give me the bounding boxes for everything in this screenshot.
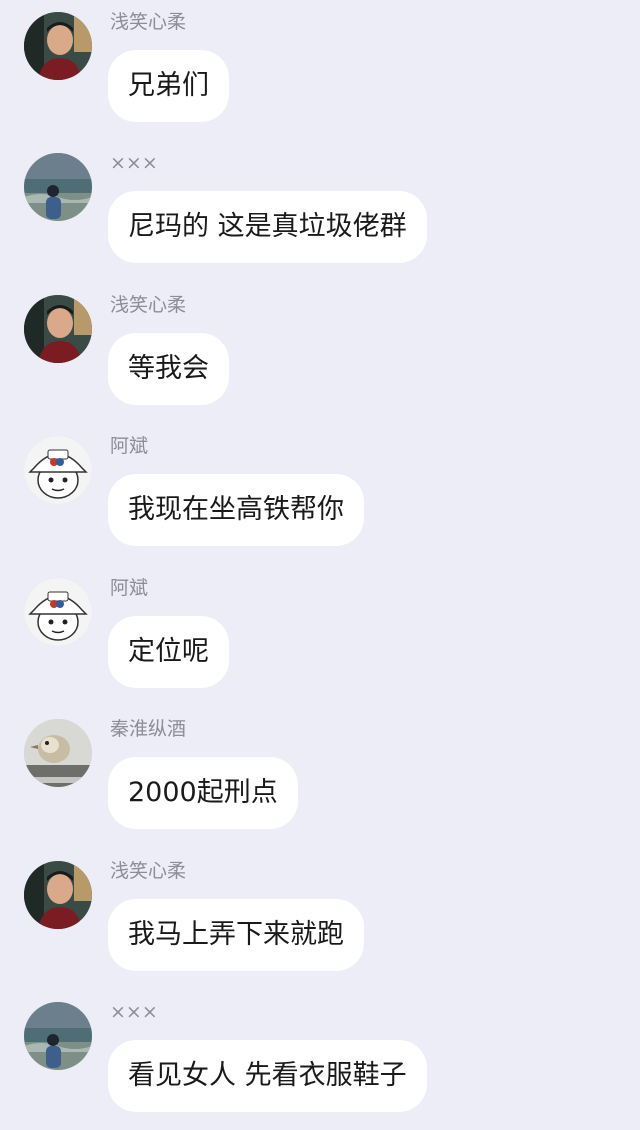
chat-message: 浅笑心柔 我马上弄下来就跑 xyxy=(0,849,640,989)
seaside-figure-avatar-icon xyxy=(24,1002,92,1070)
message-bubble[interactable]: 尼玛的 这是真垃圾佬群 xyxy=(108,191,427,263)
message-bubble[interactable]: 等我会 xyxy=(108,333,229,405)
cartoon-cap-avatar-icon xyxy=(24,578,92,646)
message-bubble[interactable]: 我现在坐高铁帮你 xyxy=(108,474,364,546)
chat-message: ××× 尼玛的 这是真垃圾佬群 xyxy=(0,141,640,281)
seaside-figure-avatar-icon xyxy=(24,153,92,221)
cartoon-cap-avatar[interactable] xyxy=(24,436,92,504)
chat-message: 阿斌 我现在坐高铁帮你 xyxy=(0,424,640,564)
sender-name: 浅笑心柔 xyxy=(110,860,187,882)
message-bubble[interactable]: 我马上弄下来就跑 xyxy=(108,899,364,971)
seaside-figure-avatar[interactable] xyxy=(24,153,92,221)
message-bubble[interactable]: 兄弟们 xyxy=(108,50,229,122)
cartoon-cap-avatar[interactable] xyxy=(24,578,92,646)
seaside-figure-avatar[interactable] xyxy=(24,1002,92,1070)
message-bubble[interactable]: 定位呢 xyxy=(108,616,229,688)
sender-name: 阿斌 xyxy=(110,577,149,599)
sender-name: 秦淮纵酒 xyxy=(110,718,187,740)
bird-photo-avatar-icon xyxy=(24,719,92,787)
chat-message: 浅笑心柔 兄弟们 xyxy=(0,0,640,140)
portrait-man-avatar-icon xyxy=(24,12,92,80)
portrait-man-avatar[interactable] xyxy=(24,12,92,80)
portrait-man-avatar-icon xyxy=(24,861,92,929)
sender-name: 浅笑心柔 xyxy=(110,11,187,33)
sender-name: 阿斌 xyxy=(110,435,149,457)
portrait-man-avatar-icon xyxy=(24,295,92,363)
portrait-man-avatar[interactable] xyxy=(24,861,92,929)
chat-message: 阿斌 定位呢 xyxy=(0,566,640,706)
message-bubble[interactable]: 2000起刑点 xyxy=(108,757,298,829)
chat-message-list[interactable]: 浅笑心柔 兄弟们 ××× 尼玛的 这是真垃圾佬群 浅笑心柔 等我会 阿斌 我现在… xyxy=(0,0,640,1127)
cartoon-cap-avatar-icon xyxy=(24,436,92,504)
sender-name: 浅笑心柔 xyxy=(110,294,187,316)
chat-message: 秦淮纵酒 2000起刑点 xyxy=(0,707,640,847)
bird-photo-avatar[interactable] xyxy=(24,719,92,787)
chat-message: 浅笑心柔 等我会 xyxy=(0,283,640,423)
chat-message: ××× 看见女人 先看衣服鞋子 xyxy=(0,990,640,1130)
sender-name: ××× xyxy=(110,152,158,174)
message-bubble[interactable]: 看见女人 先看衣服鞋子 xyxy=(108,1040,427,1112)
sender-name: ××× xyxy=(110,1001,158,1023)
portrait-man-avatar[interactable] xyxy=(24,295,92,363)
